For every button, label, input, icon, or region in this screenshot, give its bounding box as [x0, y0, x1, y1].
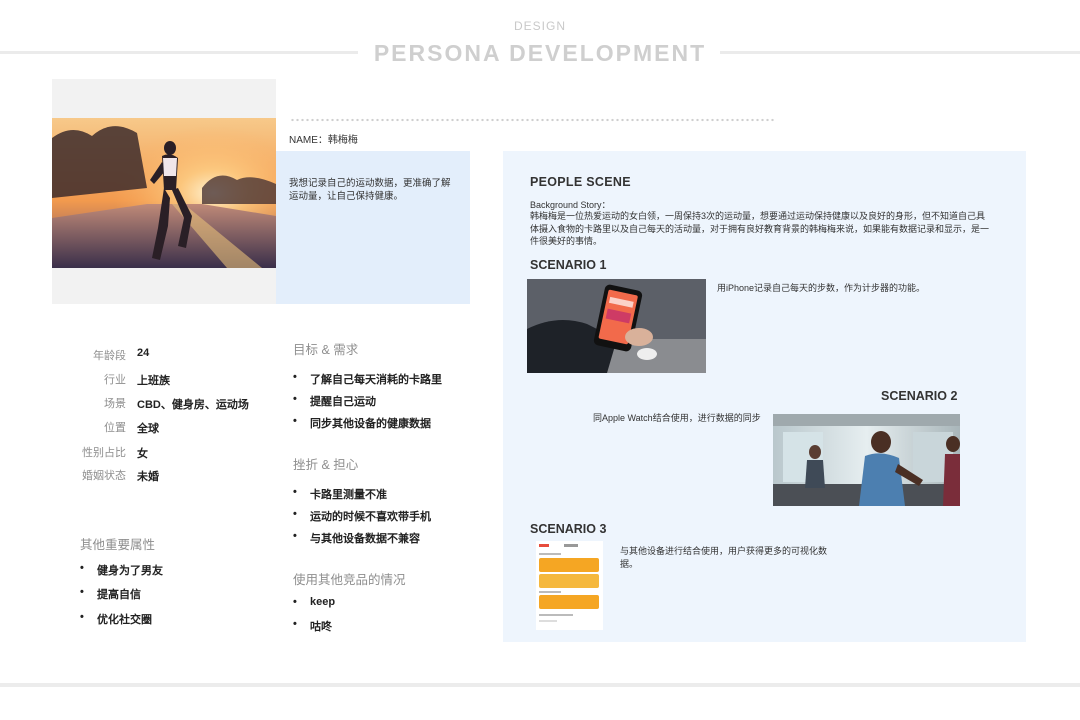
list-item: 卡路里测量不准	[293, 486, 387, 502]
scenario-3-image	[536, 541, 603, 630]
info-value-age: 24	[137, 347, 150, 359]
other-attributes-title: 其他重要属性	[80, 538, 156, 552]
list-item: 优化社交圈	[80, 611, 152, 627]
scenario-3-desc: 与其他设备进行结合使用，用户获得更多的可视化数据。	[620, 546, 828, 569]
dotted-divider	[290, 118, 775, 122]
info-key-location: 位置	[104, 422, 126, 434]
scenario-1-image	[527, 279, 706, 373]
list-item: 了解自己每天消耗的卡路里	[293, 371, 442, 387]
info-key-age: 年龄段	[93, 350, 126, 362]
scenario-2-title: SCENARIO 2	[881, 389, 958, 403]
competitors-title: 使用其他竞品的情况	[293, 573, 406, 587]
scenario-2-image	[773, 414, 960, 506]
persona-name: NAME：韩梅梅	[289, 135, 358, 146]
title-rule-right	[720, 51, 1080, 54]
quote-box	[276, 151, 470, 304]
info-value-gender: 女	[137, 448, 148, 460]
scenario-1-desc: 用iPhone记录自己每天的步数，作为计步器的功能。	[717, 283, 926, 293]
persona-photo	[52, 118, 276, 268]
info-value-industry: 上班族	[137, 375, 170, 387]
background-story-text: 韩梅梅是一位热爱运动的女白领，一周保持3次的运动量，想要通过运动保持健康以及良好…	[530, 211, 990, 246]
list-item: 提高自信	[80, 586, 141, 602]
scenario-2-desc: 同Apple Watch结合使用，进行数据的同步	[593, 413, 761, 423]
list-item: 同步其他设备的健康数据	[293, 415, 431, 431]
persona-quote: 我想记录自己的运动数据，更准确了解运动量，让自己保持健康。	[289, 178, 451, 202]
list-item: 提醒自己运动	[293, 393, 376, 409]
info-key-gender: 性别占比	[82, 447, 126, 459]
list-item: 运动的时候不喜欢带手机	[293, 508, 431, 524]
list-item: 与其他设备数据不兼容	[293, 530, 420, 546]
frustrations-title: 挫折 & 担心	[293, 458, 359, 472]
scenario-1-title: SCENARIO 1	[530, 258, 607, 272]
info-value-location: 全球	[137, 423, 159, 435]
scenario-3-title: SCENARIO 3	[530, 522, 607, 536]
people-scene-title: PEOPLE SCENE	[530, 175, 631, 189]
info-key-industry: 行业	[104, 374, 126, 386]
info-value-scene: CBD、健身房、运动场	[137, 399, 249, 411]
info-value-marital: 未婚	[137, 471, 159, 483]
footer-rule	[0, 683, 1080, 687]
list-item: 健身为了男友	[80, 562, 163, 578]
goals-title: 目标 & 需求	[293, 343, 359, 357]
info-key-marital: 婚姻状态	[82, 470, 126, 482]
list-item: keep	[293, 596, 335, 608]
info-key-scene: 场景	[104, 398, 126, 410]
section-kicker: DESIGN	[513, 19, 566, 33]
list-item: 咕咚	[293, 618, 332, 634]
